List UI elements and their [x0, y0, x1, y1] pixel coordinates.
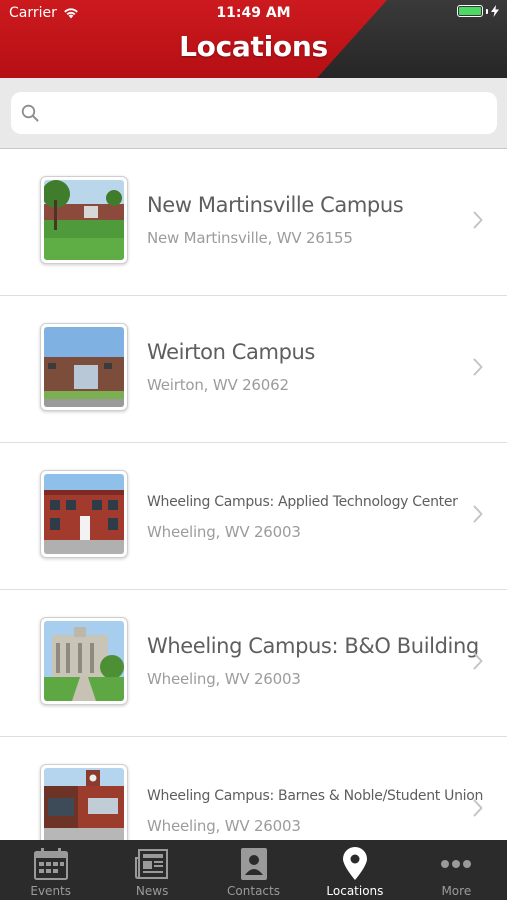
tab-more[interactable]: More [406, 840, 507, 900]
location-thumbnail [40, 176, 128, 264]
calendar-icon [33, 848, 68, 880]
brick-building-photo [44, 474, 124, 554]
location-thumbnail [40, 764, 128, 840]
location-address: Weirton, WV 26062 [147, 376, 289, 394]
list-item-barnes-noble-student-union[interactable]: Wheeling Campus: Barnes & Noble/Student … [0, 737, 507, 840]
tab-contacts[interactable]: Contacts [203, 840, 304, 900]
tab-label: News [135, 884, 169, 898]
location-address: Wheeling, WV 26003 [147, 670, 301, 688]
charging-bolt-icon [491, 5, 499, 17]
location-title: New Martinsville Campus [147, 193, 404, 217]
tab-label: Contacts [227, 884, 280, 898]
bookstore-building-photo [44, 768, 124, 840]
location-thumbnail [40, 470, 128, 558]
tab-label: More [441, 884, 472, 898]
chevron-right-icon [473, 652, 483, 670]
battery-indicator [457, 5, 499, 17]
location-thumbnail [40, 617, 128, 705]
location-title: Weirton Campus [147, 340, 315, 364]
nav-header: Carrier 11:49 AM Locations [0, 0, 507, 78]
chevron-right-icon [473, 358, 483, 376]
location-address: Wheeling, WV 26003 [147, 817, 301, 835]
list-item-new-martinsville[interactable]: New Martinsville Campus New Martinsville… [0, 149, 507, 296]
contact-card-icon [240, 848, 267, 880]
location-title: Wheeling Campus: Applied Technology Cent… [147, 494, 458, 510]
page-title: Locations [179, 30, 328, 63]
tab-label: Events [30, 884, 72, 898]
historic-building-photo [44, 621, 124, 701]
newspaper-icon [135, 849, 169, 879]
more-dots-icon [441, 860, 472, 868]
campus-building-photo [44, 327, 124, 407]
location-title: Wheeling Campus: Barnes & Noble/Student … [147, 788, 484, 804]
map-pin-icon [342, 847, 367, 880]
location-address: New Martinsville, WV 26155 [147, 229, 353, 247]
clock: 11:49 AM [216, 5, 291, 21]
list-item-applied-technology-center[interactable]: Wheeling Campus: Applied Technology Cent… [0, 443, 507, 590]
location-title: Wheeling Campus: B&O Building [147, 634, 479, 658]
location-address: Wheeling, WV 26003 [147, 523, 301, 541]
search-icon [21, 104, 39, 122]
locations-list: New Martinsville Campus New Martinsville… [0, 149, 507, 840]
campus-lawn-photo [44, 180, 124, 260]
search-field[interactable] [11, 92, 497, 134]
list-item-bo-building[interactable]: Wheeling Campus: B&O Building Wheeling, … [0, 590, 507, 737]
battery-icon [457, 5, 483, 17]
location-thumbnail [40, 323, 128, 411]
chevron-right-icon [473, 211, 483, 229]
tab-events[interactable]: Events [0, 840, 101, 900]
chevron-right-icon [473, 505, 483, 523]
chevron-right-icon [473, 799, 483, 817]
tab-news[interactable]: News [101, 840, 202, 900]
tab-bar: Events News Contacts Locations More [0, 840, 507, 900]
search-input[interactable] [47, 103, 497, 123]
tab-locations[interactable]: Locations [304, 840, 405, 900]
tab-label: Locations [326, 884, 384, 898]
status-bar: Carrier 11:49 AM [0, 0, 507, 28]
search-bar-container [0, 78, 507, 149]
list-item-weirton[interactable]: Weirton Campus Weirton, WV 26062 [0, 296, 507, 443]
